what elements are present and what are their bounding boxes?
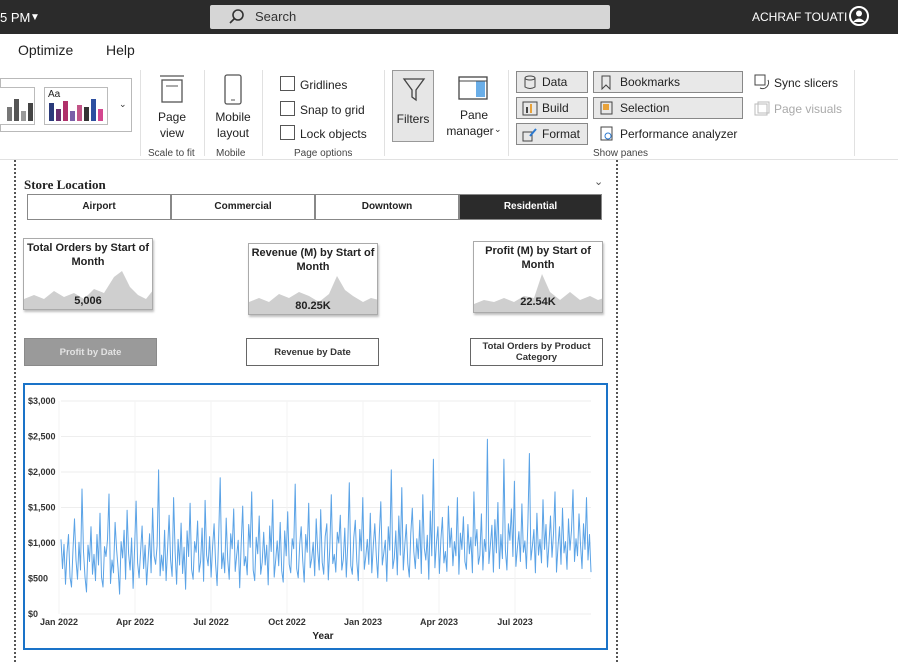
- card-value: 22.54K: [520, 296, 556, 308]
- y-tick-label: $2,000: [28, 467, 56, 477]
- x-tick-label: Apr 2023: [420, 617, 458, 627]
- pane-manager-icon: [458, 76, 488, 100]
- x-tick-label: Jul 2023: [497, 617, 533, 627]
- group-mobile: Mobile: [216, 148, 246, 159]
- slicer-option-commercial[interactable]: Commercial: [171, 194, 315, 220]
- lock-objects-checkbox[interactable]: [280, 125, 295, 140]
- build-pane-button[interactable]: Build: [516, 97, 588, 119]
- theme-thumb-1[interactable]: [0, 87, 35, 125]
- gridlines-label: Gridlines: [300, 78, 348, 92]
- page-visuals-label: Page visuals: [774, 102, 843, 116]
- user-name[interactable]: ACHRAF TOUATI: [752, 10, 847, 24]
- y-tick-label: $1,500: [28, 503, 56, 513]
- snap-to-grid-checkbox[interactable]: [280, 101, 295, 116]
- card-value: 80.25K: [295, 300, 331, 312]
- profit-series-line: [60, 438, 592, 595]
- x-axis-title: Year: [312, 631, 333, 642]
- card-title: Total Orders by Start of Month: [26, 242, 150, 268]
- card-title: Revenue (M) by Start of Month: [251, 247, 375, 273]
- performance-analyzer-label: Performance analyzer: [620, 127, 738, 141]
- kpi-card-total-orders[interactable]: Total Orders by Start of Month 5,006: [23, 238, 153, 310]
- profit-line-chart[interactable]: $0 $500 $1,000 $1,500 $2,000 $2,500 $3,000 Jan …: [23, 383, 608, 650]
- filters-button[interactable]: Filters: [392, 70, 434, 142]
- clock-text: 5 PM: [0, 10, 31, 25]
- menu-help[interactable]: Help: [106, 42, 135, 58]
- y-tick-label: $500: [28, 574, 48, 584]
- gallery-expand-icon[interactable]: ⌄: [119, 99, 127, 110]
- slicer-option-downtown[interactable]: Downtown: [315, 194, 459, 220]
- data-pane-button[interactable]: Data: [516, 71, 588, 93]
- x-tick-label: Oct 2022: [268, 617, 306, 627]
- build-label: Build: [542, 101, 569, 115]
- group-show-panes: Show panes: [593, 148, 649, 159]
- chevron-down-icon[interactable]: ▼: [30, 12, 40, 23]
- sync-slicers-label: Sync slicers: [774, 76, 839, 90]
- ribbon: Aa ⌄ Page view Scale to fit Mobile layou…: [0, 66, 898, 160]
- bookmarks-label: Bookmarks: [620, 75, 681, 89]
- theme-thumb-2[interactable]: Aa: [44, 87, 108, 125]
- x-tick-label: Jan 2022: [40, 617, 78, 627]
- line-chart-svg: $0 $500 $1,000 $1,500 $2,000 $2,500 $3,000 Jan …: [28, 396, 592, 642]
- account-icon[interactable]: [849, 6, 869, 26]
- group-page-options: Page options: [294, 148, 353, 159]
- page-view-label2: view: [159, 126, 184, 140]
- pane-manager-label: manager: [446, 124, 494, 138]
- mobile-label2: layout: [216, 126, 250, 140]
- database-icon: [524, 75, 536, 89]
- gridlines-checkbox[interactable]: [280, 76, 295, 91]
- pane-label: Pane: [459, 108, 489, 122]
- kpi-card-revenue[interactable]: Revenue (M) by Start of Month 80.25K: [248, 243, 378, 315]
- y-tick-label: $2,500: [28, 432, 56, 442]
- y-tick-label: $0: [28, 609, 38, 619]
- kpi-card-profit[interactable]: Profit (M) by Start of Month 22.54K: [473, 241, 603, 313]
- lock-objects-label: Lock objects: [300, 127, 367, 141]
- x-tick-label: Jul 2022: [193, 617, 229, 627]
- search-icon: [228, 8, 246, 31]
- search-input[interactable]: Search: [255, 9, 296, 24]
- filter-icon: [402, 78, 426, 102]
- filters-label: Filters: [396, 112, 430, 126]
- slicer-title: Store Location: [24, 177, 106, 192]
- menu-optimize[interactable]: Optimize: [18, 42, 73, 58]
- page-view-icon: [160, 75, 184, 103]
- y-tick-label: $3,000: [28, 396, 56, 406]
- card-value: 5,006: [74, 295, 102, 307]
- profit-by-date-button[interactable]: Profit by Date: [24, 338, 157, 366]
- performance-icon: [600, 126, 613, 141]
- mobile-label: Mobile: [215, 110, 251, 124]
- selection-icon: [600, 101, 613, 115]
- build-icon: [522, 101, 538, 116]
- y-tick-label: $1,000: [28, 538, 56, 548]
- title-bar: 5 PM ▼ Search ACHRAF TOUATI: [0, 0, 898, 34]
- format-brush-icon: [522, 128, 537, 142]
- bookmarks-pane-button[interactable]: Bookmarks: [593, 71, 743, 93]
- bookmark-icon: [601, 75, 611, 90]
- chevron-down-icon: ⌄: [494, 124, 502, 134]
- x-tick-label: Apr 2022: [116, 617, 154, 627]
- search-box[interactable]: Search: [210, 5, 610, 29]
- sync-icon: [754, 74, 770, 90]
- format-pane-button[interactable]: Format: [516, 123, 588, 145]
- data-label: Data: [542, 75, 568, 89]
- slicer-option-residential[interactable]: Residential: [459, 194, 602, 220]
- x-tick-label: Jan 2023: [344, 617, 382, 627]
- card-title: Profit (M) by Start of Month: [485, 245, 591, 271]
- menu-bar: Optimize Help: [0, 34, 898, 66]
- revenue-by-date-button[interactable]: Revenue by Date: [246, 338, 379, 366]
- selection-label: Selection: [620, 101, 670, 115]
- page-visuals-icon: [754, 101, 770, 116]
- orders-by-category-button[interactable]: Total Orders by Product Category: [470, 338, 603, 366]
- group-scale-to-fit: Scale to fit: [148, 148, 195, 159]
- format-label: Format: [542, 127, 581, 141]
- mobile-phone-icon: [224, 74, 242, 105]
- page-view-label: Page: [157, 110, 187, 124]
- snap-to-grid-label: Snap to grid: [300, 103, 365, 117]
- theme-gallery[interactable]: Aa ⌄: [0, 78, 132, 132]
- chevron-down-icon[interactable]: ⌄: [594, 175, 603, 188]
- selection-pane-button[interactable]: Selection: [593, 97, 743, 119]
- slicer-option-airport[interactable]: Airport: [27, 194, 171, 220]
